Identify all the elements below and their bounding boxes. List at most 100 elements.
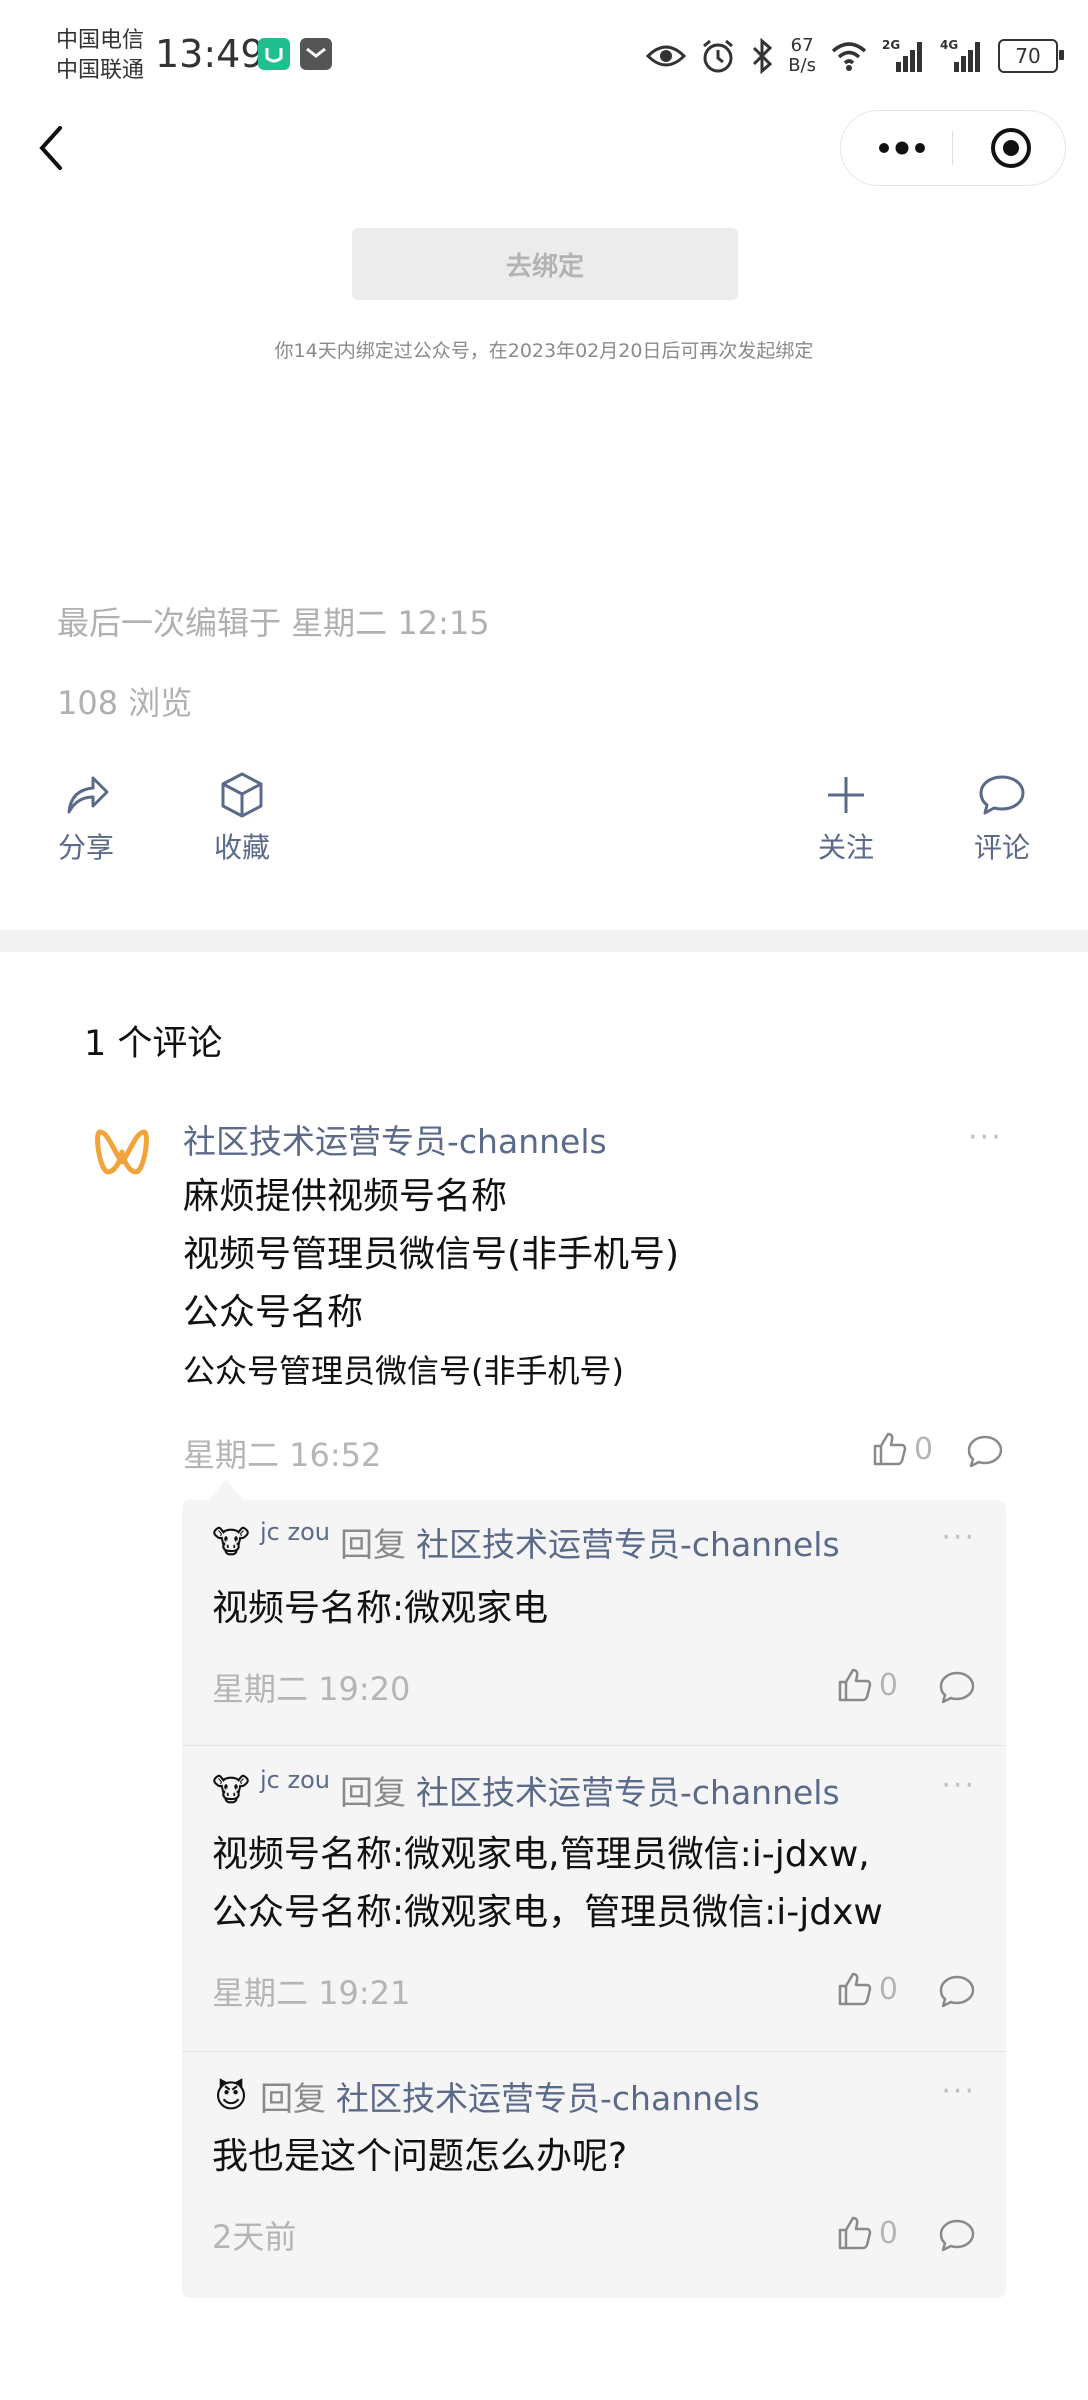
reply-more-button[interactable]: ··· [941, 2074, 976, 2109]
alarm-icon [703, 39, 734, 73]
like-count: 0 [878, 1667, 898, 1703]
status-time: 13:49 [155, 32, 265, 76]
reply-verb: 回复 [260, 2079, 326, 2118]
like-count: 0 [878, 2215, 898, 2251]
battery-icon: 70 [998, 39, 1064, 73]
wifi-icon [831, 42, 867, 71]
battery-level: 70 [1015, 44, 1041, 68]
reply-verb: 回复 [339, 1773, 406, 1812]
comment-reply-button[interactable] [966, 1432, 1004, 1474]
reply-bubble-icon [939, 2219, 975, 2252]
thumbs-up-icon [873, 1432, 907, 1466]
reply-user[interactable]: jc zou [260, 1518, 330, 1546]
share-button[interactable]: 分享 [26, 770, 146, 866]
last-edit-time: 最后一次编辑于 星期二 12:15 [57, 604, 490, 642]
eye-icon [646, 45, 687, 67]
signal-1-icon: 2G [882, 38, 926, 74]
share-label: 分享 [57, 831, 114, 864]
back-button[interactable] [26, 118, 76, 178]
thumbs-up-icon [838, 1972, 872, 2006]
reply-time: 2天前 [212, 2218, 297, 2256]
plus-icon [828, 777, 864, 813]
reply-list: 🐮 jc zou 回复 社区技术运营专员-channels ··· 视频号名称:… [182, 1500, 1006, 2298]
devil-avatar-icon[interactable]: 😈 [212, 2077, 250, 2115]
reply-like-button[interactable]: 0 [835, 1666, 898, 1704]
reply-text: 视频号名称:微观家电,管理员微信:i-jdxw, 公众号名称:微观家电，管理员微… [212, 1826, 883, 1942]
thumbs-up-icon [838, 1668, 872, 1702]
chevron-left-icon [39, 126, 62, 170]
reply-text-line: 视频号名称:微观家电,管理员微信:i-jdxw, [212, 1834, 870, 1875]
reply-user[interactable]: jc zou [260, 1766, 330, 1794]
comment-like-button[interactable]: 0 [870, 1430, 933, 1468]
cow-avatar-icon[interactable]: 🐮 [212, 1771, 250, 1809]
favorite-label: 收藏 [213, 831, 270, 864]
status-carriers: 中国电信 中国联通 [56, 26, 144, 86]
net-speed-unit: B/s [788, 55, 816, 76]
more-options-button[interactable] [867, 123, 937, 173]
reply-target[interactable]: 社区技术运营专员-channels [416, 1766, 840, 1814]
carrier-1: 中国电信 [56, 28, 145, 53]
comment-body: 麻烦提供视频号名称 视频号管理员微信号(非手机号) 公众号名称 公众号管理员微信… [183, 1168, 679, 1400]
comment-line: 公众号管理员微信号(非手机号) [183, 1352, 624, 1390]
reply-item: 🐮 jc zou 回复 社区技术运营专员-channels ··· 视频号名称:… [182, 1746, 1006, 2052]
reply-reply-button[interactable] [938, 1668, 976, 1710]
reply-bubble-icon [939, 1671, 975, 1704]
section-divider [0, 930, 1088, 952]
reply-more-button[interactable]: ··· [941, 1520, 976, 1555]
target-close-icon [991, 128, 1031, 168]
net-speed: 67 B/s [788, 36, 816, 76]
cow-avatar-icon[interactable]: 🐮 [212, 1523, 250, 1561]
capsule-divider [952, 131, 953, 165]
like-count: 0 [914, 1431, 934, 1467]
view-count: 108 浏览 [57, 684, 193, 722]
comment-label: 评论 [973, 831, 1030, 864]
miniprogram-capsule [840, 110, 1066, 186]
reply-text: 我也是这个问题怎么办呢? [212, 2136, 628, 2177]
comment-button[interactable]: 评论 [942, 770, 1062, 866]
reply-like-button[interactable]: 0 [835, 2214, 898, 2252]
comment-time: 星期二 16:52 [183, 1436, 382, 1474]
reply-item: 😈 回复 社区技术运营专员-channels ··· 我也是这个问题怎么办呢? … [182, 2052, 1006, 2298]
reply-more-button[interactable]: ··· [941, 1768, 976, 1803]
reply-target[interactable]: 社区技术运营专员-channels [416, 1518, 840, 1566]
favorite-button[interactable]: 收藏 [182, 770, 302, 866]
status-right: 67 B/s 2G 4G 70 [646, 30, 1064, 82]
comment-count: 1 个评论 [84, 1024, 223, 1064]
close-miniprogram-button[interactable] [981, 123, 1041, 173]
share-icon [67, 776, 109, 814]
follow-label: 关注 [817, 831, 874, 864]
reply-target[interactable]: 社区技术运营专员-channels [336, 2072, 760, 2120]
comment-line: 公众号名称 [183, 1292, 364, 1333]
reply-bubble-icon [967, 1435, 1003, 1468]
reply-bubble-icon [939, 1975, 975, 2008]
avatar[interactable] [92, 1122, 152, 1182]
reply-time: 星期二 19:21 [212, 1974, 411, 2012]
signal-2-icon: 4G [940, 38, 984, 74]
reply-verb: 回复 [339, 1525, 406, 1564]
reply-time: 星期二 19:20 [212, 1670, 411, 1708]
bind-button[interactable]: 去绑定 [352, 228, 738, 300]
reply-reply-button[interactable] [938, 1972, 976, 2014]
channels-logo-icon [95, 1129, 149, 1175]
comment-author[interactable]: 社区技术运营专员-channels [183, 1115, 607, 1163]
reply-text-line: 公众号名称:微观家电，管理员微信:i-jdxw [212, 1892, 883, 1933]
notification-mail-icon [300, 38, 332, 70]
carrier-2: 中国联通 [56, 58, 145, 83]
thumbs-up-icon [838, 2216, 872, 2250]
net-speed-value: 67 [790, 35, 814, 56]
comment-line: 麻烦提供视频号名称 [183, 1176, 508, 1217]
notification-app-icon [258, 38, 290, 70]
bluetooth-icon [753, 38, 773, 74]
reply-text: 视频号名称:微观家电 [212, 1588, 549, 1629]
reply-like-button[interactable]: 0 [835, 1970, 898, 2008]
cube-icon [221, 772, 263, 818]
follow-button[interactable]: 关注 [786, 770, 906, 866]
comment-more-button[interactable]: ··· [968, 1120, 1003, 1155]
bind-note: 你14天内绑定过公众号，在2023年02月20日后可再次发起绑定 [274, 340, 814, 362]
comment-bubble-icon [979, 775, 1025, 815]
reply-item: 🐮 jc zou 回复 社区技术运营专员-channels ··· 视频号名称:… [182, 1500, 1006, 1746]
reply-reply-button[interactable] [938, 2216, 976, 2258]
like-count: 0 [878, 1971, 898, 2007]
reply-caret [208, 1480, 244, 1500]
more-dots-icon [879, 141, 925, 155]
